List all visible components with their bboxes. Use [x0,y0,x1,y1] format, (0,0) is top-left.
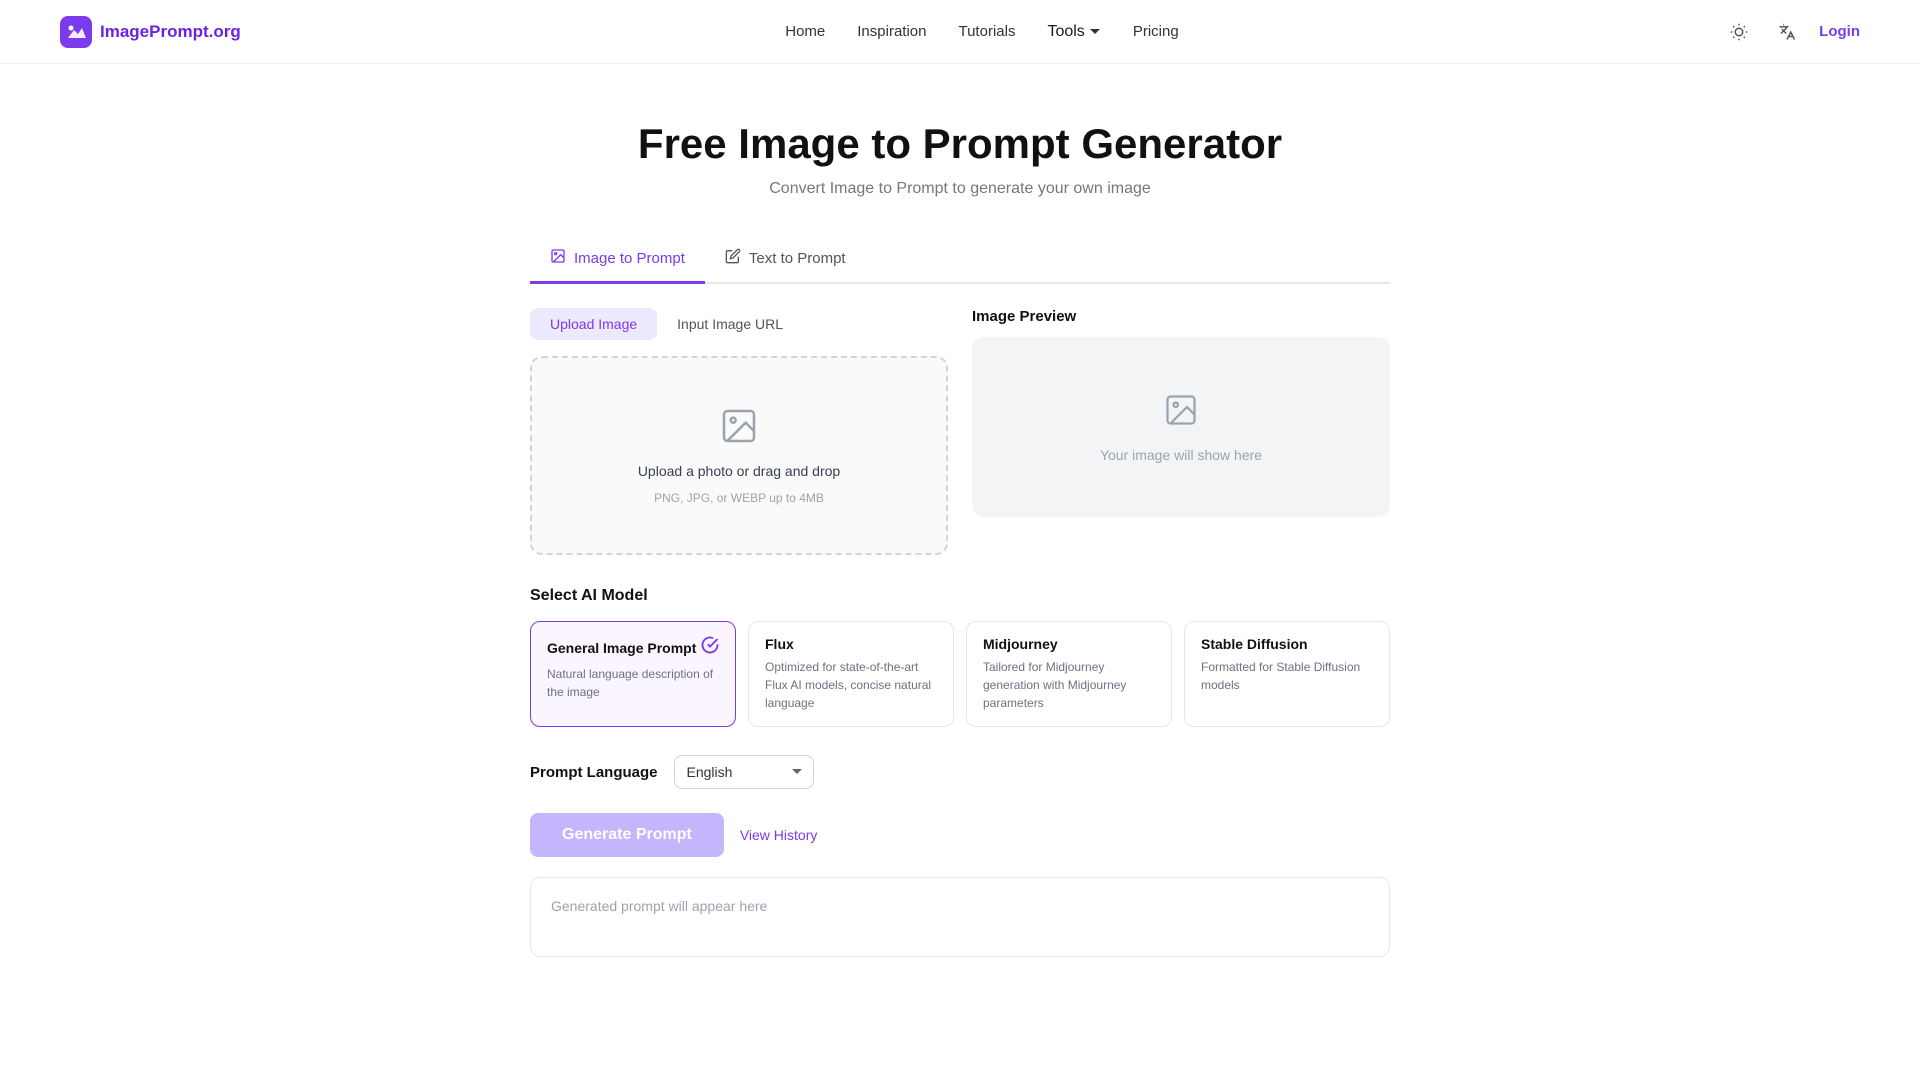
language-select[interactable]: English Chinese Spanish French German Ja… [674,755,814,789]
check-icon-general [701,636,719,659]
nav-home[interactable]: Home [785,23,825,40]
preview-panel: Image Preview Your image will show here [972,308,1390,555]
ai-model-title: Select AI Model [530,587,1390,605]
logo-text: ImagePrompt.org [100,22,241,42]
model-name-flux: Flux [765,636,794,652]
image-tab-icon [550,248,566,269]
model-card-general[interactable]: General Image Prompt Natural language de… [530,621,736,727]
nav-links: Home Inspiration Tutorials Tools Pricing [785,23,1178,41]
logo-icon [60,16,92,48]
model-card-stable-diffusion[interactable]: Stable Diffusion Formatted for Stable Di… [1184,621,1390,727]
model-card-flux[interactable]: Flux Optimized for state-of-the-art Flux… [748,621,954,727]
upload-preview-grid: Upload Image Input Image URL Upload a ph… [530,308,1390,555]
input-url-tab[interactable]: Input Image URL [657,308,803,340]
preview-placeholder-text: Your image will show here [1100,447,1262,463]
model-desc-sd: Formatted for Stable Diffusion models [1201,658,1373,694]
language-button[interactable] [1771,16,1803,48]
generate-row: Generate Prompt View History [530,813,1390,857]
preview-label: Image Preview [972,308,1390,325]
text-tab-icon [725,248,741,269]
nav-tools[interactable]: Tools [1047,23,1100,41]
model-desc-midjourney: Tailored for Midjourney generation with … [983,658,1155,712]
main-tabs: Image to Prompt Text to Prompt [530,238,1390,284]
view-history-link[interactable]: View History [740,827,818,843]
tab-text-label: Text to Prompt [749,250,846,267]
tab-image-label: Image to Prompt [574,250,685,267]
main-container: Image to Prompt Text to Prompt Upload Im… [510,238,1410,1017]
prompt-language-label: Prompt Language [530,764,658,781]
ai-model-section: Select AI Model General Image Prompt Nat… [530,587,1390,727]
model-grid: General Image Prompt Natural language de… [530,621,1390,727]
prompt-language-row: Prompt Language English Chinese Spanish … [530,755,1390,789]
upload-sub-text: PNG, JPG, or WEBP up to 4MB [654,491,824,505]
login-button[interactable]: Login [1819,23,1860,40]
model-name-general: General Image Prompt [547,640,696,656]
hero-section: Free Image to Prompt Generator Convert I… [0,64,1920,238]
upload-icon [719,406,759,451]
upload-main-text: Upload a photo or drag and drop [638,463,840,479]
model-name-midjourney: Midjourney [983,636,1058,652]
nav-inspiration[interactable]: Inspiration [857,23,926,40]
model-card-midjourney[interactable]: Midjourney Tailored for Midjourney gener… [966,621,1172,727]
upload-image-tab[interactable]: Upload Image [530,308,657,340]
navbar: ImagePrompt.org Home Inspiration Tutoria… [0,0,1920,64]
output-box: Generated prompt will appear here [530,877,1390,957]
upload-dropzone[interactable]: Upload a photo or drag and drop PNG, JPG… [530,356,948,555]
sun-icon [1730,23,1748,41]
site-logo[interactable]: ImagePrompt.org [60,16,241,48]
preview-placeholder-icon [1163,392,1199,435]
page-subtitle: Convert Image to Prompt to generate your… [20,180,1900,198]
model-desc-general: Natural language description of the imag… [547,665,719,701]
nav-tutorials[interactable]: Tutorials [958,23,1015,40]
output-placeholder: Generated prompt will appear here [551,898,767,914]
tab-image-to-prompt[interactable]: Image to Prompt [530,238,705,284]
nav-right: Login [1723,16,1860,48]
model-name-sd: Stable Diffusion [1201,636,1308,652]
model-desc-flux: Optimized for state-of-the-art Flux AI m… [765,658,937,712]
nav-pricing[interactable]: Pricing [1133,23,1179,40]
page-title: Free Image to Prompt Generator [20,120,1900,168]
chevron-down-icon [1089,26,1101,38]
upload-panel: Upload Image Input Image URL Upload a ph… [530,308,948,555]
translate-icon [1778,23,1796,41]
theme-toggle-button[interactable] [1723,16,1755,48]
preview-box: Your image will show here [972,337,1390,517]
generate-button[interactable]: Generate Prompt [530,813,724,857]
tab-text-to-prompt[interactable]: Text to Prompt [705,238,866,284]
upload-sub-tabs: Upload Image Input Image URL [530,308,948,340]
